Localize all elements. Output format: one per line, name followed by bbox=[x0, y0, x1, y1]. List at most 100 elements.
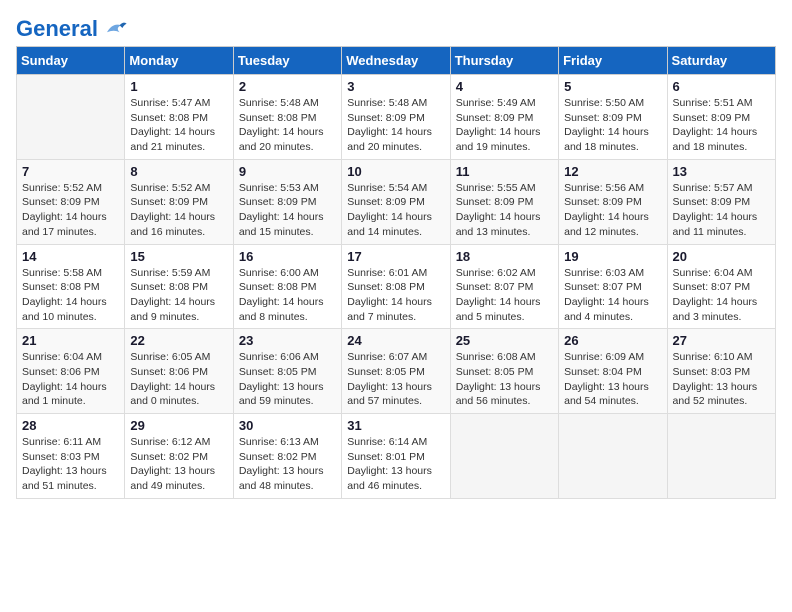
day-info: Sunrise: 6:05 AM Sunset: 8:06 PM Dayligh… bbox=[130, 350, 227, 409]
day-number: 18 bbox=[456, 249, 553, 264]
calendar-cell: 6 Sunrise: 5:51 AM Sunset: 8:09 PM Daylig… bbox=[667, 75, 775, 160]
logo: General bbox=[16, 16, 128, 36]
day-info: Sunrise: 5:55 AM Sunset: 8:09 PM Dayligh… bbox=[456, 181, 553, 240]
day-info: Sunrise: 6:10 AM Sunset: 8:03 PM Dayligh… bbox=[673, 350, 770, 409]
day-info: Sunrise: 5:59 AM Sunset: 8:08 PM Dayligh… bbox=[130, 266, 227, 325]
day-number: 4 bbox=[456, 79, 553, 94]
calendar-cell: 10 Sunrise: 5:54 AM Sunset: 8:09 PM Dayli… bbox=[342, 159, 450, 244]
calendar-cell bbox=[559, 414, 667, 499]
day-info: Sunrise: 6:08 AM Sunset: 8:05 PM Dayligh… bbox=[456, 350, 553, 409]
calendar-cell bbox=[667, 414, 775, 499]
day-info: Sunrise: 5:52 AM Sunset: 8:09 PM Dayligh… bbox=[22, 181, 119, 240]
day-number: 29 bbox=[130, 418, 227, 433]
calendar-cell: 1 Sunrise: 5:47 AM Sunset: 8:08 PM Daylig… bbox=[125, 75, 233, 160]
calendar-cell: 4 Sunrise: 5:49 AM Sunset: 8:09 PM Daylig… bbox=[450, 75, 558, 160]
calendar-cell: 19 Sunrise: 6:03 AM Sunset: 8:07 PM Dayli… bbox=[559, 244, 667, 329]
calendar-cell: 16 Sunrise: 6:00 AM Sunset: 8:08 PM Dayli… bbox=[233, 244, 341, 329]
day-number: 21 bbox=[22, 333, 119, 348]
day-header-wednesday: Wednesday bbox=[342, 47, 450, 75]
calendar-week-row: 28Sunrise: 6:11 AM Sunset: 8:03 PM Dayli… bbox=[17, 414, 776, 499]
day-number: 25 bbox=[456, 333, 553, 348]
day-info: Sunrise: 6:04 AM Sunset: 8:07 PM Dayligh… bbox=[673, 266, 770, 325]
calendar-cell: 17 Sunrise: 6:01 AM Sunset: 8:08 PM Dayli… bbox=[342, 244, 450, 329]
day-number: 11 bbox=[456, 164, 553, 179]
day-info: Sunrise: 5:52 AM Sunset: 8:09 PM Dayligh… bbox=[130, 181, 227, 240]
calendar-cell: 27 Sunrise: 6:10 AM Sunset: 8:03 PM Dayli… bbox=[667, 329, 775, 414]
day-number: 22 bbox=[130, 333, 227, 348]
day-number: 28 bbox=[22, 418, 119, 433]
day-number: 6 bbox=[673, 79, 770, 94]
day-number: 26 bbox=[564, 333, 661, 348]
day-number: 5 bbox=[564, 79, 661, 94]
day-info: Sunrise: 5:47 AM Sunset: 8:08 PM Dayligh… bbox=[130, 96, 227, 155]
day-header-tuesday: Tuesday bbox=[233, 47, 341, 75]
calendar-cell: 14Sunrise: 5:58 AM Sunset: 8:08 PM Dayli… bbox=[17, 244, 125, 329]
day-info: Sunrise: 6:13 AM Sunset: 8:02 PM Dayligh… bbox=[239, 435, 336, 494]
day-number: 17 bbox=[347, 249, 444, 264]
logo-bird-icon bbox=[100, 19, 128, 37]
day-number: 20 bbox=[673, 249, 770, 264]
day-header-friday: Friday bbox=[559, 47, 667, 75]
calendar-week-row: 21 Sunrise: 6:04 AM Sunset: 8:06 PM Dayli… bbox=[17, 329, 776, 414]
calendar-cell: 12Sunrise: 5:56 AM Sunset: 8:09 PM Dayli… bbox=[559, 159, 667, 244]
day-number: 31 bbox=[347, 418, 444, 433]
calendar-cell: 21 Sunrise: 6:04 AM Sunset: 8:06 PM Dayli… bbox=[17, 329, 125, 414]
day-number: 3 bbox=[347, 79, 444, 94]
calendar-cell: 29 Sunrise: 6:12 AM Sunset: 8:02 PM Dayli… bbox=[125, 414, 233, 499]
day-header-saturday: Saturday bbox=[667, 47, 775, 75]
day-header-thursday: Thursday bbox=[450, 47, 558, 75]
day-info: Sunrise: 6:02 AM Sunset: 8:07 PM Dayligh… bbox=[456, 266, 553, 325]
day-info: Sunrise: 5:50 AM Sunset: 8:09 PM Dayligh… bbox=[564, 96, 661, 155]
day-info: Sunrise: 6:01 AM Sunset: 8:08 PM Dayligh… bbox=[347, 266, 444, 325]
day-info: Sunrise: 6:06 AM Sunset: 8:05 PM Dayligh… bbox=[239, 350, 336, 409]
calendar-cell: 9 Sunrise: 5:53 AM Sunset: 8:09 PM Daylig… bbox=[233, 159, 341, 244]
day-header-monday: Monday bbox=[125, 47, 233, 75]
day-info: Sunrise: 5:53 AM Sunset: 8:09 PM Dayligh… bbox=[239, 181, 336, 240]
day-info: Sunrise: 6:04 AM Sunset: 8:06 PM Dayligh… bbox=[22, 350, 119, 409]
day-number: 30 bbox=[239, 418, 336, 433]
day-info: Sunrise: 6:03 AM Sunset: 8:07 PM Dayligh… bbox=[564, 266, 661, 325]
calendar-cell: 28Sunrise: 6:11 AM Sunset: 8:03 PM Dayli… bbox=[17, 414, 125, 499]
calendar-cell: 31 Sunrise: 6:14 AM Sunset: 8:01 PM Dayli… bbox=[342, 414, 450, 499]
day-number: 27 bbox=[673, 333, 770, 348]
day-info: Sunrise: 5:54 AM Sunset: 8:09 PM Dayligh… bbox=[347, 181, 444, 240]
calendar-cell: 13 Sunrise: 5:57 AM Sunset: 8:09 PM Dayli… bbox=[667, 159, 775, 244]
day-number: 13 bbox=[673, 164, 770, 179]
day-info: Sunrise: 5:57 AM Sunset: 8:09 PM Dayligh… bbox=[673, 181, 770, 240]
day-info: Sunrise: 6:12 AM Sunset: 8:02 PM Dayligh… bbox=[130, 435, 227, 494]
day-number: 10 bbox=[347, 164, 444, 179]
day-info: Sunrise: 5:48 AM Sunset: 8:08 PM Dayligh… bbox=[239, 96, 336, 155]
calendar-cell bbox=[450, 414, 558, 499]
day-info: Sunrise: 5:49 AM Sunset: 8:09 PM Dayligh… bbox=[456, 96, 553, 155]
calendar-cell: 30 Sunrise: 6:13 AM Sunset: 8:02 PM Dayli… bbox=[233, 414, 341, 499]
calendar-cell: 20 Sunrise: 6:04 AM Sunset: 8:07 PM Dayli… bbox=[667, 244, 775, 329]
day-number: 2 bbox=[239, 79, 336, 94]
calendar-cell: 26 Sunrise: 6:09 AM Sunset: 8:04 PM Dayli… bbox=[559, 329, 667, 414]
day-number: 12 bbox=[564, 164, 661, 179]
calendar-week-row: 14Sunrise: 5:58 AM Sunset: 8:08 PM Dayli… bbox=[17, 244, 776, 329]
calendar-cell: 15Sunrise: 5:59 AM Sunset: 8:08 PM Dayli… bbox=[125, 244, 233, 329]
calendar-cell: 18 Sunrise: 6:02 AM Sunset: 8:07 PM Dayli… bbox=[450, 244, 558, 329]
day-info: Sunrise: 6:09 AM Sunset: 8:04 PM Dayligh… bbox=[564, 350, 661, 409]
calendar-cell: 22 Sunrise: 6:05 AM Sunset: 8:06 PM Dayli… bbox=[125, 329, 233, 414]
calendar-cell: 11 Sunrise: 5:55 AM Sunset: 8:09 PM Dayli… bbox=[450, 159, 558, 244]
calendar-cell: 7 Sunrise: 5:52 AM Sunset: 8:09 PM Daylig… bbox=[17, 159, 125, 244]
calendar-cell: 24Sunrise: 6:07 AM Sunset: 8:05 PM Dayli… bbox=[342, 329, 450, 414]
calendar-table: SundayMondayTuesdayWednesdayThursdayFrid… bbox=[16, 46, 776, 499]
day-info: Sunrise: 5:48 AM Sunset: 8:09 PM Dayligh… bbox=[347, 96, 444, 155]
day-info: Sunrise: 5:51 AM Sunset: 8:09 PM Dayligh… bbox=[673, 96, 770, 155]
day-number: 14 bbox=[22, 249, 119, 264]
day-number: 1 bbox=[130, 79, 227, 94]
day-number: 7 bbox=[22, 164, 119, 179]
logo-text: General bbox=[16, 16, 98, 42]
day-info: Sunrise: 6:00 AM Sunset: 8:08 PM Dayligh… bbox=[239, 266, 336, 325]
day-number: 9 bbox=[239, 164, 336, 179]
calendar-cell: 8Sunrise: 5:52 AM Sunset: 8:09 PM Daylig… bbox=[125, 159, 233, 244]
calendar-week-row: 7 Sunrise: 5:52 AM Sunset: 8:09 PM Daylig… bbox=[17, 159, 776, 244]
calendar-header-row: SundayMondayTuesdayWednesdayThursdayFrid… bbox=[17, 47, 776, 75]
day-number: 16 bbox=[239, 249, 336, 264]
calendar-week-row: 1 Sunrise: 5:47 AM Sunset: 8:08 PM Daylig… bbox=[17, 75, 776, 160]
calendar-cell: 5 Sunrise: 5:50 AM Sunset: 8:09 PM Daylig… bbox=[559, 75, 667, 160]
day-info: Sunrise: 6:14 AM Sunset: 8:01 PM Dayligh… bbox=[347, 435, 444, 494]
day-number: 19 bbox=[564, 249, 661, 264]
